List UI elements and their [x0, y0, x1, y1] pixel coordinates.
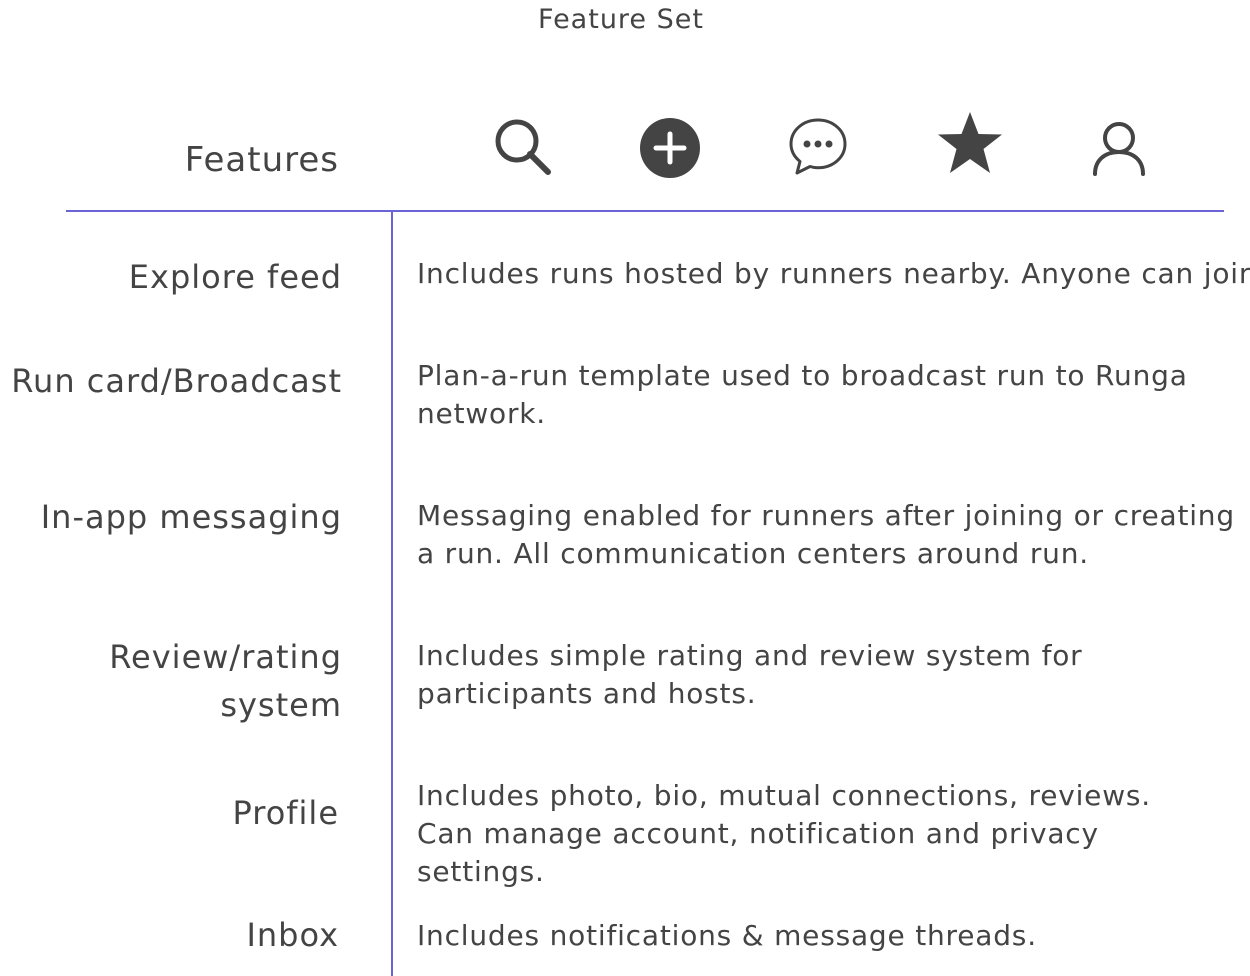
- user-icon: [1091, 120, 1147, 176]
- header-divider: [66, 210, 1224, 212]
- column-divider: [391, 210, 393, 976]
- feature-name: Run card/Broadcast: [11, 362, 342, 400]
- feature-name: Profile: [232, 794, 339, 832]
- feature-description: Includes notifications & message threads…: [417, 919, 1037, 952]
- features-column-header: Features: [184, 140, 339, 180]
- feature-name: Review/rating system: [109, 638, 342, 724]
- feature-description: Plan-a-run template used to broadcast ru…: [417, 359, 1188, 430]
- chat-bubble-icon: [788, 117, 848, 177]
- add-circle-icon: [639, 117, 701, 179]
- page-title: Feature Set: [538, 4, 704, 35]
- feature-description: Messaging enabled for runners after join…: [417, 499, 1235, 570]
- star-icon: [937, 111, 1003, 175]
- feature-description: Includes photo, bio, mutual connections,…: [417, 779, 1151, 888]
- feature-name: In-app messaging: [40, 498, 342, 536]
- feature-name: Inbox: [246, 916, 339, 954]
- feature-name: Explore feed: [128, 258, 342, 296]
- feature-description: Includes runs hosted by runners nearby. …: [417, 257, 1250, 290]
- feature-description: Includes simple rating and review system…: [417, 639, 1083, 710]
- search-icon: [494, 118, 552, 176]
